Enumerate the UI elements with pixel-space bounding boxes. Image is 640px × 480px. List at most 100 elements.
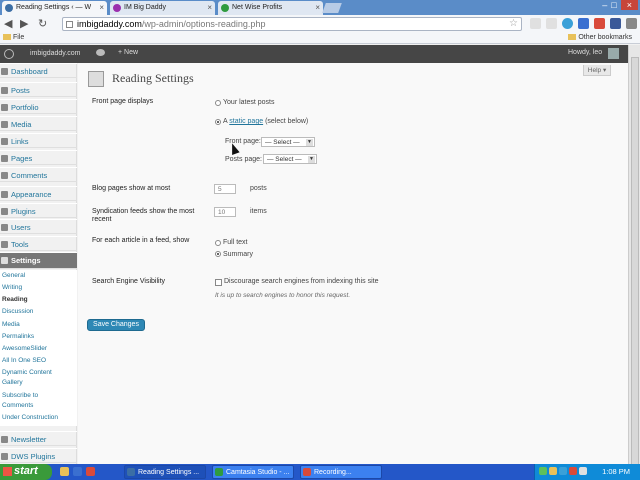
radio-static-page[interactable]: [215, 119, 221, 125]
volume-icon[interactable]: [579, 467, 587, 475]
submenu-item-reading[interactable]: Reading: [2, 296, 28, 304]
sidebar-item-pages[interactable]: Pages: [0, 150, 77, 165]
page-scrollbar[interactable]: [628, 45, 640, 465]
sidebar-item-media[interactable]: Media: [0, 116, 77, 131]
windows-logo-icon: [3, 467, 12, 476]
scrollbar-thumb[interactable]: [631, 57, 639, 465]
save-changes-button[interactable]: Save Changes: [87, 319, 145, 331]
submenu-item-media[interactable]: Media: [2, 321, 20, 329]
sidebar-item-dashboard[interactable]: Dashboard: [0, 63, 77, 78]
sidebar-item-newsletter[interactable]: Newsletter: [0, 431, 77, 446]
wrench-icon[interactable]: [626, 18, 637, 29]
close-tab-icon[interactable]: ×: [207, 3, 212, 12]
submenu-item-gallery[interactable]: Gallery: [2, 379, 23, 387]
quick-launch-icon[interactable]: [86, 467, 95, 476]
new-tab-button[interactable]: [322, 3, 342, 13]
submenu-item-permalinks[interactable]: Permalinks: [2, 333, 34, 341]
tray-icon[interactable]: [549, 467, 557, 475]
sidebar-item-dws-plugins[interactable]: DWS Plugins: [0, 448, 77, 463]
quick-launch-icon[interactable]: [60, 467, 69, 476]
wordpress-favicon-icon: [5, 4, 13, 12]
extension-icon[interactable]: [594, 18, 605, 29]
admin-bar-site-name[interactable]: imbigdaddy.com: [30, 50, 80, 57]
bookmark-star-icon[interactable]: ☆: [509, 18, 518, 29]
submenu-item-discussion[interactable]: Discussion: [2, 308, 33, 316]
sidebar-item-posts[interactable]: Posts: [0, 82, 77, 97]
folder-icon: [3, 34, 11, 40]
submenu-item-dynamic-content[interactable]: Dynamic Content: [2, 369, 52, 377]
sidebar-item-links[interactable]: Links: [0, 133, 77, 148]
front-page-displays-label: Front page displays: [92, 98, 154, 105]
url-path: /wp-admin/options-reading.php: [141, 19, 266, 29]
taskbar-item-camtasia[interactable]: Camtasia Studio - ...: [212, 465, 294, 479]
sidebar-item-tools[interactable]: Tools: [0, 236, 77, 251]
submenu-item-comments[interactable]: Comments: [2, 402, 33, 410]
submenu-item-all-in-one-seo[interactable]: All In One SEO: [2, 357, 46, 365]
sidebar-item-portfolio[interactable]: Portfolio: [0, 99, 77, 114]
wordpress-logo-icon[interactable]: [4, 49, 14, 59]
discourage-search-label: Discourage search engines from indexing …: [224, 278, 379, 285]
taskbar-item-recording[interactable]: Recording...: [300, 465, 382, 479]
posts-page-select[interactable]: — Select — ▼: [263, 154, 317, 164]
address-bar[interactable]: imbigdaddy.com/wp-admin/options-reading.…: [62, 17, 522, 31]
sidebar-item-appearance[interactable]: Appearance: [0, 186, 77, 201]
blog-pages-unit: posts: [250, 185, 267, 192]
browser-toolbar: ◀ ▶ ↻ imbigdaddy.com/wp-admin/options-re…: [0, 15, 640, 33]
close-tab-icon[interactable]: ×: [315, 3, 320, 12]
browser-tab-reading-settings[interactable]: Reading Settings ‹ — W ×: [2, 1, 107, 15]
extension-icon[interactable]: [530, 18, 541, 29]
close-tab-icon[interactable]: ×: [99, 3, 104, 12]
browser-tab-im-big-daddy[interactable]: IM Big Daddy ×: [110, 1, 215, 15]
submenu-item-awesomeslider[interactable]: AwesomeSlider: [2, 345, 47, 353]
tab-label: Net Wise Profits: [232, 4, 283, 11]
submenu-item-writing[interactable]: Writing: [2, 284, 22, 292]
static-page-link[interactable]: static page: [229, 118, 263, 125]
submenu-item-under-construction[interactable]: Under Construction: [2, 414, 58, 422]
tab-label: IM Big Daddy: [124, 4, 167, 11]
tray-icon[interactable]: [539, 467, 547, 475]
radio-latest-posts[interactable]: [215, 100, 221, 106]
sidebar-item-settings[interactable]: Settings: [0, 252, 77, 269]
bookmark-folder-file[interactable]: File: [3, 34, 24, 41]
tray-icon[interactable]: [569, 467, 577, 475]
maximize-icon[interactable]: □: [611, 0, 616, 10]
submenu-item-general[interactable]: General: [2, 272, 25, 280]
help-tab[interactable]: Help ▾: [583, 65, 611, 76]
close-window-icon[interactable]: ×: [620, 0, 638, 10]
other-bookmarks[interactable]: Other bookmarks: [568, 34, 632, 41]
admin-bar-new[interactable]: + New: [118, 49, 138, 56]
start-button[interactable]: start: [0, 464, 52, 480]
front-page-select[interactable]: — Select — ▼: [261, 137, 315, 147]
wp-admin-bar: imbigdaddy.com + New Howdy, leo: [0, 45, 628, 63]
admin-bar-howdy[interactable]: Howdy, leo: [568, 49, 602, 56]
browser-tab-net-wise-profits[interactable]: Net Wise Profits ×: [218, 1, 323, 15]
tray-icon[interactable]: [559, 467, 567, 475]
facebook-icon[interactable]: [610, 18, 621, 29]
syndication-input[interactable]: 10: [214, 207, 236, 217]
discourage-search-checkbox[interactable]: [215, 279, 222, 286]
blog-pages-input[interactable]: 5: [214, 184, 236, 194]
back-arrow-icon[interactable]: ◀: [4, 17, 12, 30]
radio-full-text[interactable]: [215, 240, 221, 246]
pages-icon: [1, 155, 8, 162]
reload-icon[interactable]: ↻: [38, 17, 47, 30]
site-favicon-icon: [113, 4, 121, 12]
extension-icon[interactable]: [546, 18, 557, 29]
radio-summary[interactable]: [215, 251, 221, 257]
folder-icon: [568, 34, 577, 40]
quick-launch-icon[interactable]: [73, 467, 82, 476]
extension-icon[interactable]: [578, 18, 589, 29]
sidebar-item-users[interactable]: Users: [0, 219, 77, 234]
taskbar-item-reading-settings[interactable]: Reading Settings ...: [124, 465, 206, 479]
avatar[interactable]: [608, 48, 619, 59]
sidebar-item-plugins[interactable]: Plugins: [0, 203, 77, 218]
taskbar-clock[interactable]: 1:08 PM: [602, 467, 630, 476]
feed-article-label: For each article in a feed, show: [92, 237, 190, 244]
minimize-icon[interactable]: –: [602, 0, 607, 10]
comment-bubble-icon[interactable]: [96, 49, 105, 56]
forward-arrow-icon[interactable]: ▶: [20, 17, 28, 30]
window-controls: – □ ×: [602, 0, 638, 10]
skype-icon[interactable]: [562, 18, 573, 29]
submenu-item-subscribe-to[interactable]: Subscribe to: [2, 392, 38, 400]
sidebar-item-comments[interactable]: Comments: [0, 167, 77, 182]
